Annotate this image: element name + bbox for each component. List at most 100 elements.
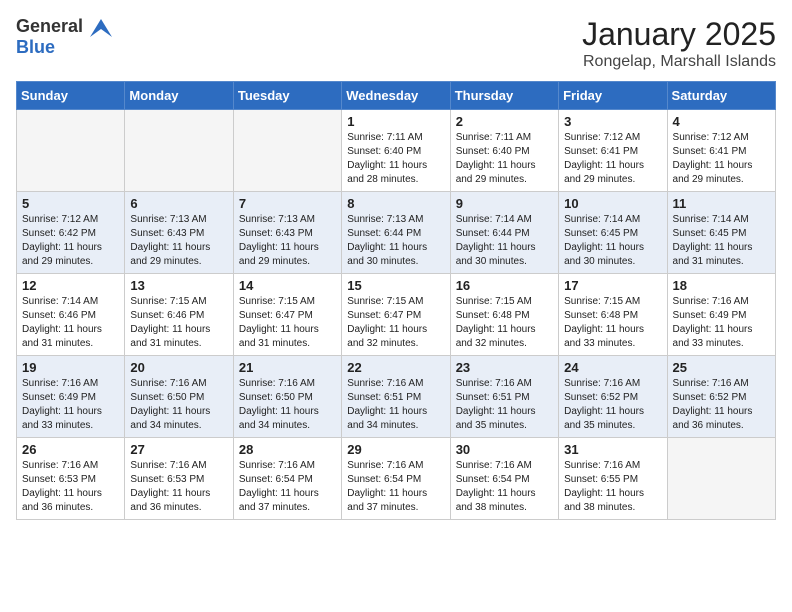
day-info: Sunrise: 7:13 AMSunset: 6:43 PMDaylight:…	[130, 213, 227, 269]
day-info: Sunrise: 7:16 AMSunset: 6:54 PMDaylight:…	[239, 459, 336, 515]
day-number: 16	[456, 278, 553, 293]
day-info: Sunrise: 7:16 AMSunset: 6:53 PMDaylight:…	[130, 459, 227, 515]
calendar-cell: 29 Sunrise: 7:16 AMSunset: 6:54 PMDayligh…	[342, 438, 450, 520]
day-number: 10	[564, 196, 661, 211]
day-info: Sunrise: 7:15 AMSunset: 6:46 PMDaylight:…	[130, 295, 227, 351]
day-number: 6	[130, 196, 227, 211]
calendar-cell: 25 Sunrise: 7:16 AMSunset: 6:52 PMDayligh…	[667, 356, 775, 438]
day-info: Sunrise: 7:16 AMSunset: 6:49 PMDaylight:…	[22, 377, 119, 433]
calendar-cell: 26Sunrise: 7:16 AMSunset: 6:53 PMDayligh…	[17, 438, 125, 520]
day-number: 5	[22, 196, 119, 211]
day-number: 13	[130, 278, 227, 293]
day-number: 4	[673, 114, 770, 129]
day-info: Sunrise: 7:16 AMSunset: 6:50 PMDaylight:…	[130, 377, 227, 433]
day-number: 12	[22, 278, 119, 293]
calendar-cell: 18Sunrise: 7:16 AMSunset: 6:49 PMDayligh…	[667, 274, 775, 356]
day-info: Sunrise: 7:16 AMSunset: 6:50 PMDaylight:…	[239, 377, 336, 433]
calendar-cell: 12 Sunrise: 7:14 AMSunset: 6:46 PMDayligh…	[17, 274, 125, 356]
calendar-cell: 22 Sunrise: 7:16 AMSunset: 6:51 PMDayligh…	[342, 356, 450, 438]
day-number: 29	[347, 442, 444, 457]
location-title: Rongelap, Marshall Islands	[582, 53, 776, 71]
day-number: 31	[564, 442, 661, 457]
day-number: 3	[564, 114, 661, 129]
day-number: 8	[347, 196, 444, 211]
calendar-cell: 30Sunrise: 7:16 AMSunset: 6:54 PMDayligh…	[450, 438, 558, 520]
day-info: Sunrise: 7:16 AMSunset: 6:53 PMDaylight:…	[22, 459, 119, 515]
logo-blue-text: Blue	[16, 37, 55, 57]
calendar-cell: 11Sunrise: 7:14 AMSunset: 6:45 PMDayligh…	[667, 192, 775, 274]
day-info: Sunrise: 7:16 AMSunset: 6:49 PMDaylight:…	[673, 295, 770, 351]
calendar-cell: 21 Sunrise: 7:16 AMSunset: 6:50 PMDayligh…	[233, 356, 341, 438]
calendar-cell: 20 Sunrise: 7:16 AMSunset: 6:50 PMDayligh…	[125, 356, 233, 438]
col-header-wednesday: Wednesday	[342, 82, 450, 110]
day-info: Sunrise: 7:14 AMSunset: 6:46 PMDaylight:…	[22, 295, 119, 351]
calendar-cell	[17, 110, 125, 192]
calendar-cell: 10 Sunrise: 7:14 AMSunset: 6:45 PMDayligh…	[559, 192, 667, 274]
day-number: 20	[130, 360, 227, 375]
col-header-thursday: Thursday	[450, 82, 558, 110]
day-info: Sunrise: 7:15 AMSunset: 6:48 PMDaylight:…	[456, 295, 553, 351]
logo-bird-icon	[90, 19, 112, 37]
day-number: 23	[456, 360, 553, 375]
calendar-cell	[233, 110, 341, 192]
day-number: 25	[673, 360, 770, 375]
day-number: 24	[564, 360, 661, 375]
day-number: 21	[239, 360, 336, 375]
day-number: 9	[456, 196, 553, 211]
calendar-cell: 1 Sunrise: 7:11 AMSunset: 6:40 PMDaylight…	[342, 110, 450, 192]
day-info: Sunrise: 7:16 AMSunset: 6:51 PMDaylight:…	[347, 377, 444, 433]
calendar-cell: 17Sunrise: 7:15 AMSunset: 6:48 PMDayligh…	[559, 274, 667, 356]
calendar-cell	[667, 438, 775, 520]
day-info: Sunrise: 7:11 AMSunset: 6:40 PMDaylight:…	[347, 131, 444, 187]
header-row: SundayMondayTuesdayWednesdayThursdayFrid…	[17, 82, 776, 110]
day-number: 14	[239, 278, 336, 293]
calendar-cell: 2 Sunrise: 7:11 AMSunset: 6:40 PMDaylight…	[450, 110, 558, 192]
col-header-friday: Friday	[559, 82, 667, 110]
calendar-cell: 27 Sunrise: 7:16 AMSunset: 6:53 PMDayligh…	[125, 438, 233, 520]
col-header-tuesday: Tuesday	[233, 82, 341, 110]
calendar-cell: 6 Sunrise: 7:13 AMSunset: 6:43 PMDaylight…	[125, 192, 233, 274]
day-info: Sunrise: 7:12 AMSunset: 6:41 PMDaylight:…	[673, 131, 770, 187]
day-number: 1	[347, 114, 444, 129]
calendar-cell: 14Sunrise: 7:15 AMSunset: 6:47 PMDayligh…	[233, 274, 341, 356]
calendar-cell: 13 Sunrise: 7:15 AMSunset: 6:46 PMDayligh…	[125, 274, 233, 356]
logo: General Blue	[16, 16, 112, 58]
day-info: Sunrise: 7:11 AMSunset: 6:40 PMDaylight:…	[456, 131, 553, 187]
week-row: 1 Sunrise: 7:11 AMSunset: 6:40 PMDaylight…	[17, 110, 776, 192]
title-block: January 2025 Rongelap, Marshall Islands	[582, 16, 776, 71]
day-info: Sunrise: 7:16 AMSunset: 6:52 PMDaylight:…	[564, 377, 661, 433]
calendar-table: SundayMondayTuesdayWednesdayThursdayFrid…	[16, 81, 776, 520]
day-info: Sunrise: 7:12 AMSunset: 6:42 PMDaylight:…	[22, 213, 119, 269]
day-number: 27	[130, 442, 227, 457]
calendar-cell: 15 Sunrise: 7:15 AMSunset: 6:47 PMDayligh…	[342, 274, 450, 356]
calendar-cell: 28 Sunrise: 7:16 AMSunset: 6:54 PMDayligh…	[233, 438, 341, 520]
day-info: Sunrise: 7:16 AMSunset: 6:52 PMDaylight:…	[673, 377, 770, 433]
logo-general-text: General	[16, 16, 112, 37]
day-info: Sunrise: 7:16 AMSunset: 6:54 PMDaylight:…	[347, 459, 444, 515]
day-info: Sunrise: 7:15 AMSunset: 6:47 PMDaylight:…	[347, 295, 444, 351]
week-row: 19Sunrise: 7:16 AMSunset: 6:49 PMDayligh…	[17, 356, 776, 438]
col-header-saturday: Saturday	[667, 82, 775, 110]
calendar-cell: 23 Sunrise: 7:16 AMSunset: 6:51 PMDayligh…	[450, 356, 558, 438]
day-number: 2	[456, 114, 553, 129]
calendar-cell: 16 Sunrise: 7:15 AMSunset: 6:48 PMDayligh…	[450, 274, 558, 356]
day-number: 11	[673, 196, 770, 211]
day-info: Sunrise: 7:13 AMSunset: 6:43 PMDaylight:…	[239, 213, 336, 269]
day-info: Sunrise: 7:14 AMSunset: 6:45 PMDaylight:…	[564, 213, 661, 269]
calendar-cell	[125, 110, 233, 192]
day-number: 22	[347, 360, 444, 375]
calendar-cell: 9Sunrise: 7:14 AMSunset: 6:44 PMDaylight…	[450, 192, 558, 274]
day-info: Sunrise: 7:16 AMSunset: 6:51 PMDaylight:…	[456, 377, 553, 433]
calendar-cell: 7 Sunrise: 7:13 AMSunset: 6:43 PMDaylight…	[233, 192, 341, 274]
day-number: 15	[347, 278, 444, 293]
day-number: 28	[239, 442, 336, 457]
week-row: 26Sunrise: 7:16 AMSunset: 6:53 PMDayligh…	[17, 438, 776, 520]
calendar-cell: 4 Sunrise: 7:12 AMSunset: 6:41 PMDaylight…	[667, 110, 775, 192]
week-row: 12 Sunrise: 7:14 AMSunset: 6:46 PMDayligh…	[17, 274, 776, 356]
col-header-sunday: Sunday	[17, 82, 125, 110]
day-info: Sunrise: 7:15 AMSunset: 6:48 PMDaylight:…	[564, 295, 661, 351]
day-info: Sunrise: 7:16 AMSunset: 6:55 PMDaylight:…	[564, 459, 661, 515]
day-info: Sunrise: 7:12 AMSunset: 6:41 PMDaylight:…	[564, 131, 661, 187]
calendar-cell: 3 Sunrise: 7:12 AMSunset: 6:41 PMDaylight…	[559, 110, 667, 192]
day-number: 7	[239, 196, 336, 211]
